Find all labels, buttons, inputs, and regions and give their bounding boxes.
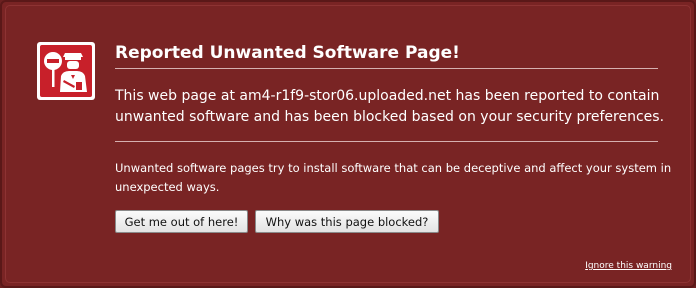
description-divider (115, 141, 658, 142)
warning-description: This web page at am4-r1f9-stor06.uploade… (115, 88, 665, 125)
police-officer-stop-icon (37, 42, 95, 100)
ignore-warning-link[interactable]: Ignore this warning (585, 261, 672, 271)
title-divider (115, 68, 658, 69)
get-me-out-button[interactable]: Get me out of here! (115, 210, 248, 233)
warning-panel: Reported Unwanted Software Page! This we… (0, 0, 696, 288)
warning-info: Unwanted software pages try to install s… (115, 161, 672, 194)
warning-title: Reported Unwanted Software Page! (115, 43, 460, 63)
why-blocked-button[interactable]: Why was this page blocked? (255, 210, 439, 233)
